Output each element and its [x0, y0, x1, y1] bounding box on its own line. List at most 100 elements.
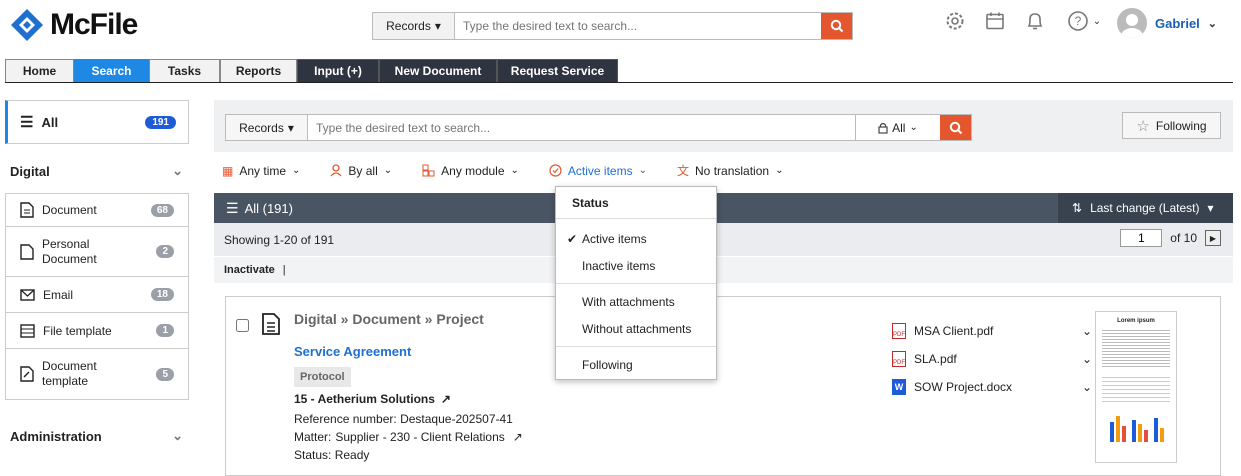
- chevron-down-icon: ⌄: [775, 165, 784, 176]
- main-search: Records▾ All ⌄: [225, 114, 972, 141]
- attachment-name: MSA Client.pdf: [914, 324, 994, 338]
- avatar: [1117, 8, 1147, 38]
- sidebar-item-document[interactable]: Document 68: [6, 194, 188, 227]
- record-party-label: 15 - Aetherium Solutions: [294, 392, 435, 406]
- page-input[interactable]: [1120, 229, 1163, 247]
- inactivate-action[interactable]: Inactivate: [224, 264, 275, 276]
- nav-new-document[interactable]: New Document: [379, 59, 497, 82]
- record-matter[interactable]: Matter: Supplier - 230 - Client Relations…: [294, 430, 523, 444]
- attachments-list: PDF MSA Client.pdf ⌄ PDF SLA.pdf ⌄ W SOW Proj…: [892, 317, 1092, 401]
- dropdown-item-label: Active items: [582, 231, 647, 246]
- nav-home[interactable]: Home: [5, 59, 74, 82]
- filter-status[interactable]: Active items ⌄: [549, 162, 647, 179]
- attachment-item[interactable]: W SOW Project.docx ⌄: [892, 373, 1092, 401]
- nav-reports[interactable]: Reports: [220, 59, 297, 82]
- following-button[interactable]: ☆ Following: [1122, 112, 1221, 139]
- pdf-icon: PDF: [892, 351, 906, 367]
- record-reference: Reference number: Destaque-202507-41: [294, 412, 513, 426]
- chevron-down-icon[interactable]: ⌄: [1082, 352, 1092, 366]
- filter-module[interactable]: Any module ⌄: [422, 162, 519, 179]
- sidebar-item-all[interactable]: ☰ All 191: [5, 100, 189, 144]
- record-party[interactable]: 15 - Aetherium Solutions ↗: [294, 392, 451, 406]
- chevron-down-icon: ⌄: [909, 122, 918, 133]
- sidebar-item-label: Document: [42, 203, 97, 217]
- menu-icon: ☰: [20, 114, 34, 131]
- dropdown-title: Status: [556, 187, 716, 219]
- top-search-scope[interactable]: Records ▾: [373, 13, 455, 39]
- sort-select[interactable]: ⇅ Last change (Latest) ▾: [1058, 193, 1233, 223]
- dropdown-item-with-attachments[interactable]: With attachments: [556, 288, 716, 315]
- dropdown-item-active[interactable]: ✔ Active items: [556, 225, 716, 252]
- attachment-item[interactable]: PDF MSA Client.pdf ⌄: [892, 317, 1092, 345]
- record-checkbox[interactable]: [236, 319, 249, 332]
- sidebar-item-file-template[interactable]: File template 1: [6, 313, 188, 349]
- main-search-input[interactable]: [308, 115, 855, 140]
- sidebar-section-digital[interactable]: Digital ⌄: [5, 149, 189, 193]
- dropdown-item-following[interactable]: Following: [556, 351, 716, 378]
- external-link-icon: ↗: [512, 430, 523, 444]
- results-summary: Showing 1-20 of 191 of 10 ▶: [214, 223, 1233, 256]
- dropdown-item-inactive[interactable]: Inactive items: [556, 252, 716, 279]
- bell-icon[interactable]: [1024, 10, 1046, 32]
- document-preview[interactable]: Lorem ipsum: [1095, 311, 1177, 463]
- chevron-down-icon[interactable]: ⌄: [1082, 380, 1092, 394]
- app-logo[interactable]: McFile: [10, 8, 138, 42]
- calendar-icon[interactable]: [984, 10, 1006, 32]
- svg-text:?: ?: [1074, 14, 1081, 28]
- document-icon: [262, 313, 280, 335]
- chevron-down-icon[interactable]: ⌄: [1082, 324, 1092, 338]
- count-badge: 2: [156, 245, 174, 258]
- filter-label: Any module: [441, 163, 505, 178]
- top-search: Records ▾: [372, 12, 853, 40]
- chevron-down-icon: ⌄: [172, 163, 183, 178]
- user-name: Gabriel: [1155, 15, 1200, 31]
- filter-translation[interactable]: 文 No translation ⌄: [677, 162, 783, 179]
- caret-down-icon: ▾: [434, 19, 441, 33]
- next-page-button[interactable]: ▶: [1205, 230, 1221, 246]
- gear-icon[interactable]: [944, 10, 966, 32]
- top-search-button[interactable]: [821, 13, 852, 39]
- chevron-down-icon: ⌄: [172, 428, 183, 443]
- access-scope-select[interactable]: All ⌄: [855, 115, 940, 140]
- main-nav: Home Search Tasks Reports Input (+) New …: [5, 59, 618, 82]
- dropdown-item-without-attachments[interactable]: Without attachments: [556, 315, 716, 342]
- top-search-input[interactable]: [455, 13, 821, 39]
- sidebar-item-document-template[interactable]: Document template 5: [6, 349, 188, 399]
- nav-tasks[interactable]: Tasks: [149, 59, 220, 82]
- section-title: Administration: [10, 428, 102, 444]
- sidebar-item-label: File template: [43, 323, 112, 338]
- filter-by[interactable]: By all ⌄: [330, 162, 392, 179]
- field-label: Matter:: [294, 430, 332, 444]
- filter-label: By all: [348, 163, 378, 178]
- sort-label: Last change (Latest): [1090, 201, 1200, 215]
- pdf-icon: PDF: [892, 323, 906, 339]
- help-menu[interactable]: ? ⌄: [1064, 10, 1104, 32]
- attachment-item[interactable]: PDF SLA.pdf ⌄: [892, 345, 1092, 373]
- nav-request-service[interactable]: Request Service: [497, 59, 618, 82]
- sidebar-section-administration[interactable]: Administration ⌄: [5, 406, 189, 466]
- section-title: Digital: [10, 163, 50, 179]
- help-icon: ?: [1067, 11, 1088, 31]
- file-template-icon: [20, 323, 35, 338]
- main-search-scope[interactable]: Records ▾: [226, 115, 308, 140]
- caret-down-icon: ▾: [1207, 201, 1214, 215]
- filter-label: Active items: [567, 163, 633, 178]
- preview-text-lines: [1102, 328, 1170, 368]
- personal-document-icon: [20, 243, 34, 260]
- main-content: Records▾ All ⌄ ☆ Following ▦Any time⌄ By…: [214, 100, 1233, 476]
- filter-time[interactable]: ▦ Any time ⌄: [222, 162, 300, 179]
- page-count: of 10: [1170, 231, 1197, 245]
- count-badge: 18: [150, 288, 174, 301]
- sidebar-item-email[interactable]: Email 18: [6, 277, 188, 313]
- preview-title: Lorem ipsum: [1117, 318, 1155, 324]
- nav-input[interactable]: Input (+): [297, 59, 379, 82]
- sidebar-item-personal-document[interactable]: Personal Document 2: [6, 227, 188, 277]
- record-title-link[interactable]: Service Agreement: [294, 344, 411, 359]
- record-status: Status: Ready: [294, 448, 369, 462]
- main-search-bar: Records▾ All ⌄ ☆ Following: [214, 100, 1233, 152]
- main-search-button[interactable]: [940, 115, 971, 140]
- nav-divider: [5, 82, 1233, 83]
- user-menu[interactable]: Gabriel ⌄: [1117, 8, 1217, 38]
- nav-search[interactable]: Search: [74, 59, 149, 82]
- document-template-icon: [20, 366, 34, 382]
